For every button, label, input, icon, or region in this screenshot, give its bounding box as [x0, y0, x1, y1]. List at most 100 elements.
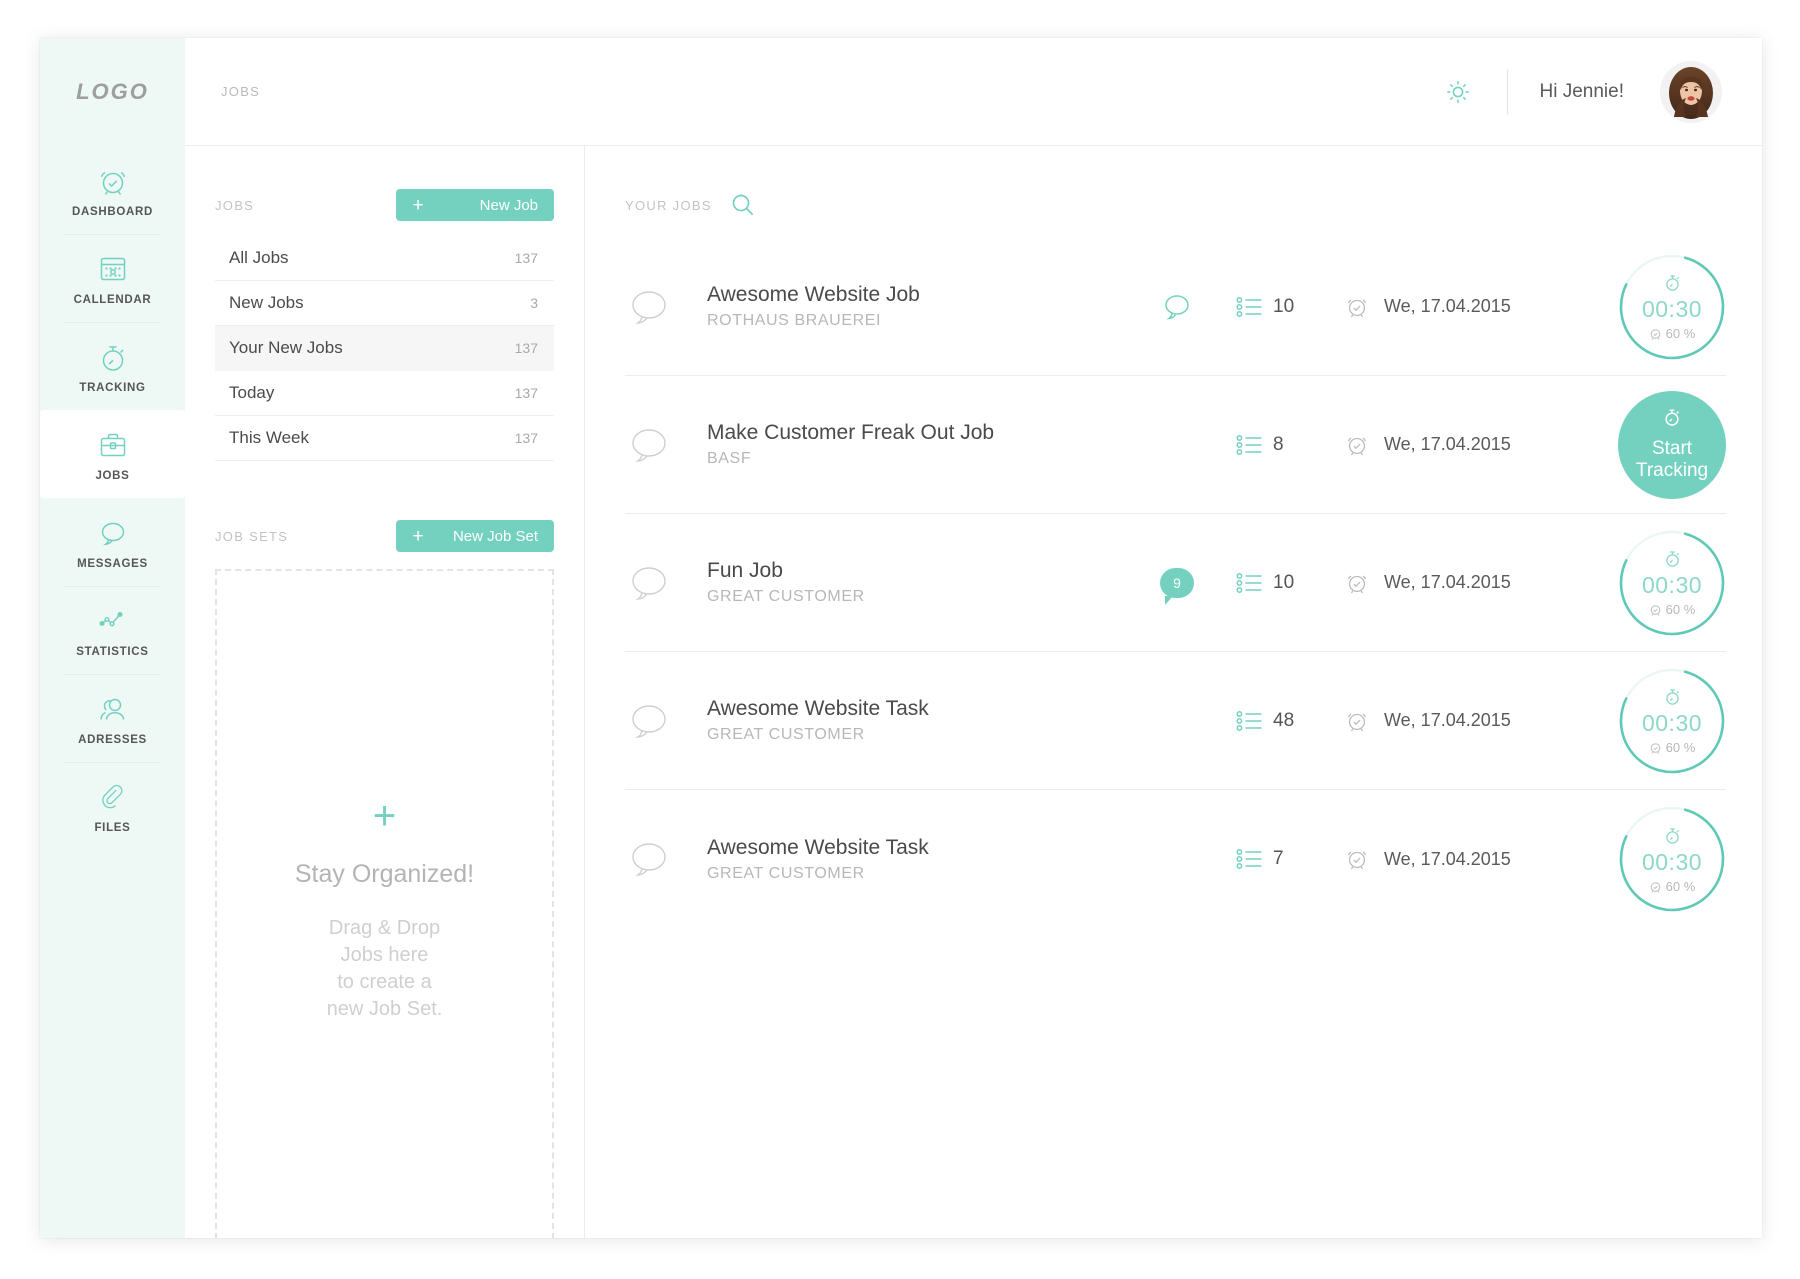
job-text: Awesome Website Task GREAT CUSTOMER — [707, 836, 929, 883]
sidebar-item-callendar[interactable]: CALLENDAR — [40, 234, 185, 322]
job-title: Fun Job — [707, 559, 783, 582]
stopwatch-icon — [1662, 406, 1682, 433]
sidebar-item-label: DASHBOARD — [71, 205, 154, 218]
task-count: 10 — [1236, 572, 1344, 594]
filter-your-new-jobs[interactable]: Your New Jobs 137 — [215, 326, 554, 371]
job-title: Make Customer Freak Out Job — [707, 421, 995, 444]
task-count-value: 7 — [1273, 848, 1284, 869]
filter-this-week[interactable]: This Week 137 — [215, 416, 554, 461]
contacts-icon — [96, 691, 130, 727]
task-count: 10 — [1236, 296, 1344, 318]
dropzone-instructions: Drag & Drop Jobs here to create a new Jo… — [327, 915, 443, 1023]
topbar-right: Hi Jennie! — [1423, 60, 1722, 123]
sidebar-item-statistics[interactable]: STATISTICS — [40, 586, 185, 674]
start-tracking-button[interactable]: Start Tracking — [1618, 390, 1726, 499]
sidebar-item-adresses[interactable]: ADRESSES — [40, 674, 185, 762]
table-row[interactable]: Awesome Website Task GREAT CUSTOMER 7 We… — [625, 790, 1726, 928]
filter-all-jobs[interactable]: All Jobs 137 — [215, 236, 554, 281]
filter-label: All Jobs — [229, 248, 289, 267]
speech-bubble-icon — [96, 515, 130, 551]
sidebar-item-jobs[interactable]: JOBS — [40, 410, 185, 498]
job-meta: 8 We, 17.04.2015 Start Tracking — [1118, 390, 1726, 499]
new-job-button-label: New Job — [479, 196, 538, 214]
new-job-set-button-label: New Job Set — [452, 527, 538, 545]
job-meta: 10 We, 17.04.2015 00:30 60 % — [1118, 253, 1726, 361]
topbar: JOBS Hi Jennie! — [185, 38, 1762, 146]
task-count: 7 — [1236, 848, 1344, 870]
job-meta: 7 We, 17.04.2015 00:30 60 % — [1118, 805, 1726, 913]
sidebar-item-label: FILES — [94, 821, 131, 834]
dropzone-line-3: to create a — [337, 970, 432, 993]
sidebar-item-messages[interactable]: MESSAGES — [40, 498, 185, 586]
table-row[interactable]: Awesome Website Task GREAT CUSTOMER 48 W… — [625, 652, 1726, 790]
timer-widget[interactable]: 00:30 60 % — [1618, 529, 1726, 637]
line-chart-icon — [96, 603, 130, 639]
timer-widget[interactable]: 00:30 60 % — [1618, 253, 1726, 361]
speech-bubble-icon — [625, 424, 685, 466]
right-panel: YOUR JOBS Awesome Website Job ROTHAUS BR… — [585, 146, 1762, 1238]
due-date-value: We, 17.04.2015 — [1384, 434, 1511, 454]
sidebar: LOGO DASHBOARD CALLENDAR TRACKING JOBS M… — [40, 38, 185, 1238]
job-set-dropzone[interactable]: + Stay Organized! Drag & Drop Jobs here … — [215, 569, 554, 1238]
start-tracking-line-2: Tracking — [1635, 460, 1709, 482]
filter-label: New Jobs — [229, 293, 304, 312]
calendar-icon — [96, 251, 130, 287]
task-count-value: 48 — [1273, 709, 1295, 731]
filter-today[interactable]: Today 137 — [215, 371, 554, 416]
job-customer: ROTHAUS BRAUEREI — [707, 312, 882, 329]
progress-ring — [1619, 668, 1725, 773]
due-date-value: We, 17.04.2015 — [1384, 572, 1511, 592]
sidebar-item-files[interactable]: FILES — [40, 762, 185, 850]
filter-count: 137 — [514, 430, 538, 446]
filter-count: 137 — [514, 385, 538, 401]
jobsets-section-header: JOB SETS + New Job Set — [215, 519, 554, 553]
job-title: Awesome Website Task — [707, 835, 929, 859]
sidebar-item-label: JOBS — [95, 469, 130, 482]
dropzone-title: Stay Organized! — [294, 859, 475, 888]
due-date: We, 17.04.2015 — [1344, 294, 1612, 320]
progress-ring — [1619, 530, 1725, 635]
avatar[interactable] — [1660, 60, 1722, 123]
filter-count: 137 — [514, 250, 538, 266]
dropzone-line-1: Drag & Drop — [328, 916, 441, 939]
jobsets-section-title: JOB SETS — [215, 528, 289, 544]
comment-count-badge: 9 — [1160, 567, 1194, 605]
briefcase-icon — [96, 427, 130, 463]
comment-indicator[interactable] — [1118, 292, 1236, 322]
table-row[interactable]: Awesome Website Job ROTHAUS BRAUEREI 10 … — [625, 238, 1726, 376]
plus-icon: + — [372, 793, 397, 838]
job-title: Awesome Website Task — [707, 697, 929, 720]
due-date-value: We, 17.04.2015 — [1384, 296, 1511, 316]
jobs-section-header: JOBS + New Job — [215, 188, 554, 222]
sidebar-item-label: MESSAGES — [77, 557, 148, 570]
table-row[interactable]: Fun Job GREAT CUSTOMER 9 10 We, 17.04.20… — [625, 514, 1726, 652]
left-panel: JOBS + New Job All Jobs 137 New Jobs 3 Y… — [185, 146, 585, 1238]
sidebar-item-tracking[interactable]: TRACKING — [40, 322, 185, 410]
progress-ring — [1619, 254, 1725, 359]
timer-widget[interactable]: 00:30 60 % — [1618, 805, 1726, 913]
table-row[interactable]: Make Customer Freak Out Job BASF 8 We, 1… — [625, 376, 1726, 514]
new-job-button[interactable]: + New Job — [396, 189, 554, 221]
app-window: LOGO DASHBOARD CALLENDAR TRACKING JOBS M… — [40, 38, 1762, 1238]
filter-count: 3 — [530, 295, 538, 311]
filter-label: Your New Jobs — [229, 338, 343, 357]
dropzone-line-2: Jobs here — [340, 943, 429, 966]
task-count-value: 10 — [1273, 295, 1295, 317]
comment-indicator[interactable]: 9 — [1118, 567, 1236, 605]
your-jobs-header: YOUR JOBS — [625, 188, 1726, 222]
timer-widget[interactable]: 00:30 60 % — [1618, 667, 1726, 775]
greeting-text: Hi Jennie! — [1539, 80, 1625, 102]
sidebar-item-label: STATISTICS — [76, 645, 149, 658]
paperclip-icon — [98, 779, 128, 815]
due-date-value: We, 17.04.2015 — [1384, 710, 1511, 730]
logo: LOGO — [76, 79, 149, 104]
new-job-set-button[interactable]: + New Job Set — [396, 520, 554, 552]
sidebar-item-dashboard[interactable]: DASHBOARD — [40, 146, 185, 234]
filter-count: 137 — [514, 340, 538, 356]
job-meta: 9 10 We, 17.04.2015 00:30 60 % — [1118, 529, 1726, 637]
gear-icon[interactable] — [1423, 75, 1493, 109]
filter-new-jobs[interactable]: New Jobs 3 — [215, 281, 554, 326]
search-icon[interactable] — [730, 192, 756, 218]
your-jobs-title: YOUR JOBS — [625, 197, 712, 213]
sidebar-item-label: ADRESSES — [78, 733, 147, 746]
